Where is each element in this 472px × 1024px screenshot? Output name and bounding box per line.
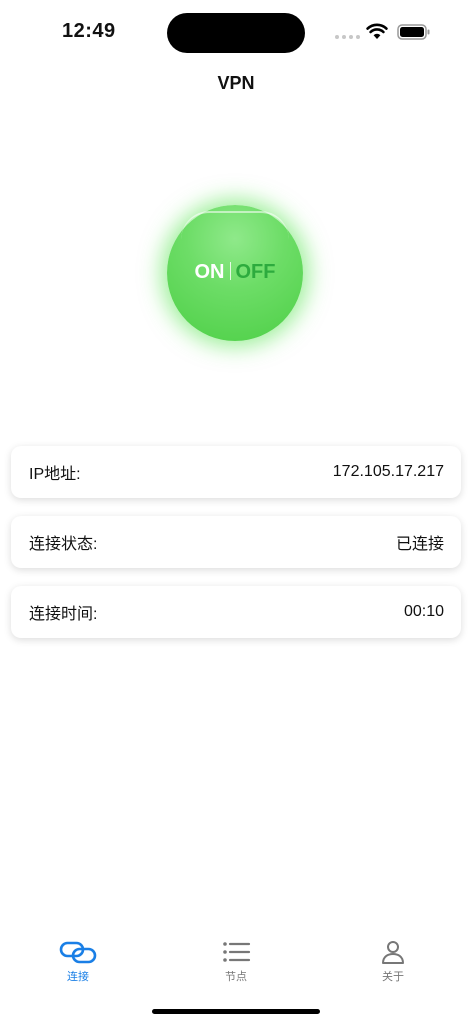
tab-nodes-label: 节点 bbox=[225, 971, 247, 983]
tab-nodes[interactable]: 节点 bbox=[196, 936, 276, 992]
tab-about[interactable]: 关于 bbox=[353, 936, 433, 992]
toggle-on-label: ON bbox=[194, 261, 225, 283]
status-bar: 12:49 bbox=[0, 0, 472, 64]
tab-bar: 连接 节点 关于 bbox=[0, 936, 472, 996]
wifi-icon bbox=[366, 23, 388, 39]
tab-connect[interactable]: 连接 bbox=[38, 936, 118, 992]
ip-address-value: 172.105.17.217 bbox=[332, 463, 444, 480]
connection-status-label: 连接状态: bbox=[29, 536, 98, 553]
connection-status-value: 已连接 bbox=[395, 536, 444, 553]
vpn-toggle-container: ON OFF bbox=[167, 205, 303, 341]
toggle-off-label: OFF bbox=[235, 261, 276, 283]
connection-status-card: 连接状态: 已连接 bbox=[11, 516, 461, 568]
dynamic-island bbox=[167, 13, 305, 53]
ip-address-label: IP地址: bbox=[29, 466, 81, 483]
battery-icon bbox=[397, 24, 430, 40]
tab-about-label: 关于 bbox=[382, 971, 404, 983]
toggle-label: ON OFF bbox=[167, 261, 303, 284]
signal-dots-icon bbox=[335, 35, 360, 39]
ip-address-card: IP地址: 172.105.17.217 bbox=[11, 446, 461, 498]
person-icon bbox=[382, 941, 404, 964]
status-time: 12:49 bbox=[62, 20, 116, 42]
tab-connect-label: 连接 bbox=[67, 971, 89, 983]
app-screen: 12:49 VPN ON OFF IP地址: 172.105.17.217 连接状… bbox=[0, 0, 472, 1024]
vpn-toggle-button[interactable]: ON OFF bbox=[167, 205, 303, 341]
link-icon bbox=[59, 941, 97, 964]
connection-time-card: 连接时间: 00:10 bbox=[11, 586, 461, 638]
connection-time-value: 00:10 bbox=[403, 603, 444, 620]
connection-time-label: 连接时间: bbox=[29, 606, 98, 623]
list-icon bbox=[223, 942, 251, 962]
page-title: VPN bbox=[217, 73, 255, 93]
toggle-divider bbox=[229, 262, 231, 280]
home-indicator[interactable] bbox=[152, 1009, 320, 1014]
toggle-shine bbox=[181, 211, 289, 261]
